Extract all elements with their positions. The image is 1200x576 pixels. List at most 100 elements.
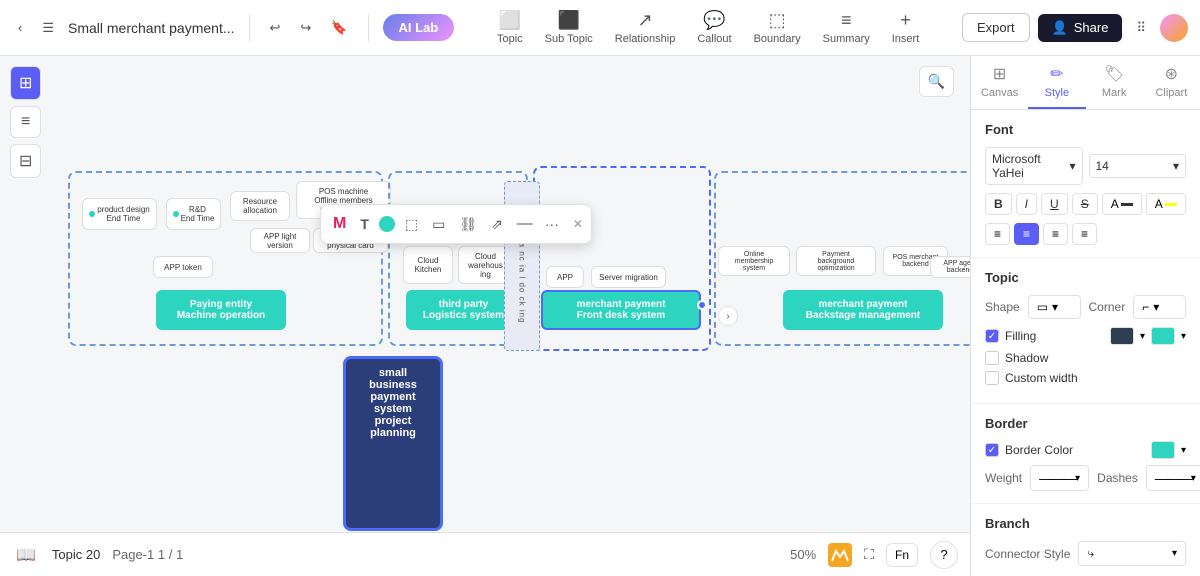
align-left-button[interactable]: ≡ [985,223,1010,245]
node-rd[interactable]: R&DEnd Time [166,198,221,230]
float-rect-btn[interactable]: ▭ [428,212,449,237]
fill-color-teal-swatch[interactable] [1151,327,1175,345]
tab-style[interactable]: ✏ Style [1028,56,1085,109]
fullscreen-button[interactable]: ⛶ [864,546,874,563]
node-app-token[interactable]: APP token [153,256,213,278]
tool-callout[interactable]: 💬 Callout [687,6,741,49]
share-button[interactable]: 👤 Share [1038,14,1123,42]
tool-relationship-label: Relationship [615,33,676,45]
corner-select[interactable]: ⌐ ▾ [1133,295,1186,319]
ai-lab-button[interactable]: AI Lab [383,14,455,41]
tab-clipart[interactable]: ⊛ Clipart [1143,56,1200,109]
node-app[interactable]: APP [546,266,584,288]
float-frame-btn[interactable]: ⬚ [401,212,422,237]
border-color-swatch[interactable] [1151,441,1175,459]
float-color-dot[interactable] [379,216,395,232]
view-outline-button[interactable]: ⊟ [10,144,41,178]
dashes-select[interactable]: ——— ▾ [1146,465,1200,491]
float-route-btn[interactable]: ⇗ [487,212,507,237]
tool-relationship[interactable]: ↗ Relationship [605,6,686,49]
strikethrough-button[interactable]: S [1072,193,1098,215]
tab-mark[interactable]: 🏷 Mark [1086,56,1143,109]
node-app-agent[interactable]: APP agent backend [930,256,970,278]
tool-insert[interactable]: + Insert [882,6,930,49]
tool-callout-label: Callout [697,33,731,45]
italic-button[interactable]: I [1016,193,1037,215]
help-button[interactable]: ? [930,541,958,569]
font-name-select[interactable]: Microsoft YaHei ▾ [985,147,1083,185]
node-merchant-backstage[interactable]: merchant paymentBackstage management [783,290,943,330]
float-text-btn[interactable]: T [356,212,373,236]
custom-width-checkbox[interactable] [985,371,999,385]
grid-menu-button[interactable]: ⠿ [1130,16,1152,40]
view-list-button[interactable]: ≡ [10,106,41,138]
view-grid-button[interactable]: ⊞ [10,66,41,100]
node-merchant-payment-front[interactable]: merchant paymentFront desk system [541,290,701,330]
tool-boundary[interactable]: ⬚ Boundary [744,6,811,49]
collapse-panel-button[interactable]: › [718,306,738,326]
share-label: Share [1074,20,1109,35]
align-buttons: ≡ ≡ ≡ ≡ [985,223,1186,245]
node-product-design[interactable]: product designEnd Time [82,198,157,230]
custom-width-label: Custom width [1005,371,1078,385]
highlight-button[interactable]: A [1146,193,1186,215]
corner-label: Corner [1089,300,1126,314]
back-button[interactable]: ‹ [12,16,28,39]
style-tab-label: Style [1045,87,1069,99]
canvas-area[interactable]: ⊞ ≡ ⊟ 🔍 › product designEnd Time R&DEnd … [0,56,970,576]
tab-canvas[interactable]: ⊞ Canvas [971,56,1028,109]
underline-button[interactable]: U [1041,193,1068,215]
node-payment-bg[interactable]: Paymentbackgroundoptimization [796,246,876,276]
font-size-chevron: ▾ [1173,159,1179,173]
shape-icon: ▭ [1037,300,1048,314]
shape-row: Shape ▭ ▾ Corner ⌐ ▾ [985,295,1186,319]
shadow-row: Shadow [985,351,1186,365]
toolbar-divider-1 [249,14,250,42]
menu-button[interactable]: ☰ [36,16,60,40]
weight-select[interactable]: ——— ▾ [1030,465,1089,491]
branch-section-title: Branch [985,516,1186,531]
fn-button[interactable]: Fn [886,543,918,567]
align-right-button[interactable]: ≡ [1043,223,1068,245]
node-online-membership[interactable]: Onlinemembershipsystem [718,246,790,276]
redo-button[interactable]: ↪ [294,16,317,40]
filling-checkbox[interactable]: ✓ [985,329,999,343]
weight-chevron: ▾ [1075,473,1080,484]
tool-topic[interactable]: ⬜ Topic [487,6,533,49]
node-resource[interactable]: Resourceallocation [230,191,290,221]
undo-button[interactable]: ↩ [264,16,287,40]
shadow-checkbox[interactable] [985,351,999,365]
book-button[interactable]: 📖 [12,541,40,569]
export-button[interactable]: Export [962,13,1030,42]
right-panel: ⊞ Canvas ✏ Style 🏷 Mark ⊛ Clipart Font [970,56,1200,576]
node-paying-entity[interactable]: Paying entityMachine operation [156,290,286,330]
float-close-btn[interactable]: ✕ [573,217,583,231]
border-checkbox[interactable]: ✓ [985,443,999,457]
font-size-select[interactable]: 14 ▾ [1089,154,1187,178]
align-justify-button[interactable]: ≡ [1072,223,1097,245]
align-center-button[interactable]: ≡ [1014,223,1039,245]
mark-tab-label: Mark [1102,87,1126,99]
node-cloud-kitchen[interactable]: CloudKitchen [403,246,453,284]
bookmark-button[interactable]: 🔖 [325,16,353,40]
central-node[interactable]: smallbusinesspaymentsystemprojectplannin… [343,356,443,531]
bold-button[interactable]: B [985,193,1012,215]
float-line-btn[interactable]: — [513,211,535,237]
float-logo-btn[interactable]: M [329,211,350,237]
connector-style-select[interactable]: ⤷ ▾ [1078,541,1186,566]
node-app-light[interactable]: APP lightversion [250,228,310,253]
shape-select[interactable]: ▭ ▾ [1028,295,1081,319]
tool-subtopic[interactable]: ⬛ Sub Topic [535,6,603,49]
float-link-btn[interactable]: ⛓ [455,212,481,237]
tool-boundary-label: Boundary [754,33,801,45]
float-more-btn[interactable]: ··· [541,212,563,236]
fill-color-dark-swatch[interactable] [1110,327,1134,345]
font-color-button[interactable]: A [1102,193,1142,215]
canvas-search-button[interactable]: 🔍 [919,66,954,97]
panel-tabs: ⊞ Canvas ✏ Style 🏷 Mark ⊛ Clipart [971,56,1200,110]
corner-icon: ⌐ [1142,300,1149,314]
font-name-chevron: ▾ [1069,159,1075,173]
node-server-migration[interactable]: Server migration [591,266,666,288]
custom-width-row: Custom width [985,371,1186,385]
tool-summary[interactable]: ≡ Summary [813,6,880,49]
